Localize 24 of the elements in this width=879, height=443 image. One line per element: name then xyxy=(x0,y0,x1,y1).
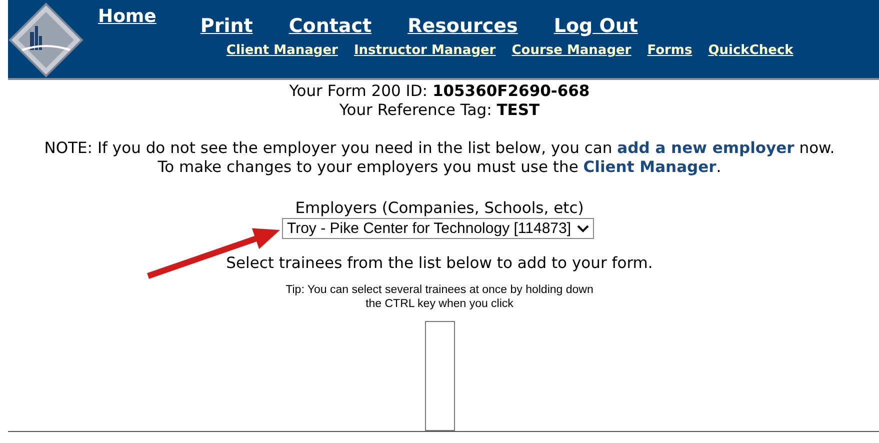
subnav-link[interactable]: Client Manager xyxy=(226,43,338,58)
tip-text: Tip: You can select several trainees at once by holding down xyxy=(286,283,594,297)
subnav-link[interactable]: Forms xyxy=(647,43,692,58)
employer-dropdown[interactable]: Troy - Pike Center for Technology [114873] xyxy=(282,218,594,239)
reference-tag-text: Your Reference Tag: TEST xyxy=(339,101,540,120)
nav-link[interactable]: Resources xyxy=(408,15,518,37)
form-id-text: Your Form 200 ID: 105360F2690-668 xyxy=(289,82,590,101)
note-text: NOTE: If you do not see the employer you need in the list below, you can add a new employer now. xyxy=(44,139,835,158)
trainee-listbox[interactable] xyxy=(424,321,454,431)
logo-icon xyxy=(8,2,84,78)
home-link[interactable]: Home xyxy=(98,6,156,27)
subnav-link[interactable]: Course Manager xyxy=(512,43,632,58)
subnav-link[interactable]: QuickCheck xyxy=(708,43,794,58)
nav-link[interactable]: Contact xyxy=(288,15,372,37)
nav-link[interactable]: Print xyxy=(200,15,253,37)
nav-link[interactable]: Log Out xyxy=(554,15,638,37)
instruction-text: Select trainees from the list below to add to your form. xyxy=(226,254,653,273)
text-link[interactable]: Client Manager xyxy=(583,158,716,176)
employers-label: Employers (Companies, Schools, etc) xyxy=(295,199,584,218)
subnav-link[interactable]: Instructor Manager xyxy=(354,43,496,58)
note-text: To make changes to your employers you must use the Client Manager. xyxy=(158,158,722,177)
chevron-icon xyxy=(577,224,590,232)
tip-text: the CTRL key when you click xyxy=(364,297,514,311)
text-link[interactable]: add a new employer xyxy=(617,139,794,157)
